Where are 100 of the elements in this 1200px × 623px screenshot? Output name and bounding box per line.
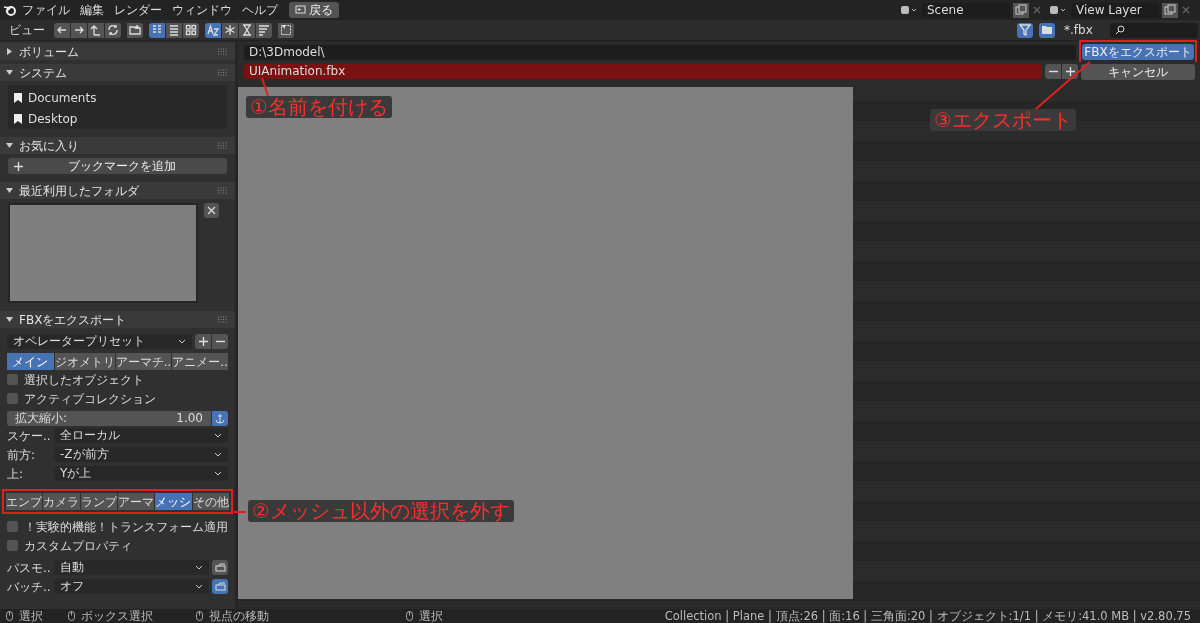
filter-button[interactable] (1017, 22, 1033, 38)
filter-icon (1019, 24, 1031, 36)
box-icon (214, 581, 226, 592)
mouse-icon (406, 611, 413, 621)
collapse-triangle-icon[interactable] (6, 142, 13, 149)
shortcut-hint: 選択 (19, 609, 43, 623)
view-menu[interactable]: ビュー (6, 20, 48, 40)
filename-field[interactable]: UIAnimation.fbx (244, 64, 1042, 79)
batch-toggle[interactable] (212, 579, 228, 594)
panel-header[interactable]: FBXをエクスポート (0, 311, 235, 328)
menu-item[interactable]: ヘルプ (237, 0, 283, 20)
parent-directory-button[interactable] (88, 22, 104, 38)
dropdown[interactable]: 自動 (54, 560, 209, 575)
checkbox[interactable] (7, 374, 18, 385)
plus-icon (198, 336, 208, 346)
add-preset-button[interactable] (195, 333, 211, 349)
drag-handle-icon[interactable] (217, 142, 229, 149)
annotation-text: ①名前を付ける (246, 96, 392, 118)
drag-handle-icon[interactable] (217, 48, 229, 55)
bookmark-item[interactable]: Desktop (14, 110, 221, 128)
decrement-button[interactable] (1045, 64, 1061, 79)
field-label: スケー.. (7, 427, 51, 445)
copy-icon (1015, 4, 1027, 16)
dropdown[interactable]: -Zが前方 (54, 447, 228, 462)
caret-icon (178, 337, 186, 346)
collapse-triangle-icon[interactable] (6, 316, 13, 323)
panel-title: システム (19, 64, 68, 82)
object-type-toggle[interactable]: その他 (192, 493, 229, 510)
checkbox[interactable] (7, 521, 18, 532)
caret-icon (195, 583, 203, 591)
forward-arrow-button[interactable] (71, 22, 87, 38)
horizontal-list-button[interactable] (166, 22, 182, 38)
menu-item[interactable]: 編集 (75, 0, 109, 20)
object-type-toggle[interactable]: ランプ (80, 493, 117, 510)
bookmark-item[interactable]: Documents (14, 89, 221, 107)
panel-header[interactable]: ボリューム (0, 43, 235, 60)
close-icon[interactable] (1181, 5, 1191, 15)
bookmark-icon (14, 93, 22, 103)
preset-dropdown[interactable]: オペレータープリセット (7, 333, 192, 349)
dropdown[interactable]: オフ (54, 579, 209, 594)
path-toggle[interactable] (212, 560, 228, 575)
back-arrow-button[interactable] (54, 22, 70, 38)
anchor-toggle[interactable] (212, 411, 228, 426)
search-field[interactable] (1110, 22, 1198, 38)
sort-alphabetical-button[interactable] (205, 22, 221, 38)
drag-handle-icon[interactable] (217, 187, 229, 194)
sort-asterisk-button[interactable] (222, 22, 238, 38)
expand-triangle-icon[interactable] (6, 48, 13, 55)
close-icon[interactable] (1032, 5, 1042, 15)
copy-button[interactable] (1013, 2, 1029, 18)
name-field[interactable]: Scene (922, 2, 1010, 18)
object-type-toggle[interactable]: エンプ (6, 493, 43, 510)
collapse-triangle-icon[interactable] (6, 187, 13, 194)
back-button[interactable]: 戻る (289, 2, 339, 18)
menu-item[interactable]: ファイル (17, 0, 75, 20)
refresh-button[interactable] (105, 22, 121, 38)
tab[interactable]: ジオメトリ (54, 353, 115, 370)
tab[interactable]: アニメー.. (172, 353, 228, 370)
object-type-toggle[interactable]: アーマ (118, 493, 155, 510)
name-field[interactable]: View Layer (1071, 2, 1159, 18)
folder-button[interactable] (1039, 22, 1055, 38)
object-type-toggle[interactable]: メッシ (155, 493, 192, 510)
thumbnail-grid-button[interactable] (183, 22, 199, 38)
sort-size-button[interactable] (256, 22, 272, 38)
remove-preset-button[interactable] (212, 333, 228, 349)
checkbox-label: 選択したオブジェクト (24, 371, 144, 389)
drag-handle-icon[interactable] (217, 69, 229, 76)
checkbox[interactable] (7, 540, 18, 551)
menu-item[interactable]: ウィンドウ (167, 0, 237, 20)
field-label: 前方: (7, 446, 37, 464)
panel-header[interactable]: 最近利用したフォルダ (0, 182, 235, 199)
sort-asterisk-icon (224, 24, 236, 36)
hourglass-button[interactable] (239, 22, 255, 38)
add-bookmark-button[interactable]: ブックマークを追加 (8, 158, 227, 174)
increment-button[interactable] (1062, 64, 1078, 79)
caret-icon (214, 470, 222, 478)
export-button[interactable]: FBXをエクスポート (1082, 44, 1194, 60)
object-type-toggle[interactable]: カメラ (43, 493, 80, 510)
tab[interactable]: メイン (7, 353, 54, 370)
collapse-triangle-icon[interactable] (6, 69, 13, 76)
vertical-list-button[interactable] (149, 22, 165, 38)
checkbox[interactable] (7, 393, 18, 404)
menu-item[interactable]: レンダー (109, 0, 167, 20)
panel-title: 最近利用したフォルダ (19, 182, 140, 200)
panel-title: ボリューム (19, 43, 80, 61)
dropdown[interactable]: 全ローカル (54, 428, 228, 443)
remove-button[interactable] (204, 203, 219, 218)
path-field[interactable]: D:\3Dmodel\ (244, 44, 1076, 60)
hidden-files-button[interactable] (278, 22, 294, 38)
caret-icon (214, 451, 222, 459)
drag-handle-icon[interactable] (217, 316, 229, 323)
checkbox-label: カスタムプロパティ (24, 537, 132, 555)
panel-header[interactable]: システム (0, 64, 235, 81)
mouse-icon (68, 611, 75, 621)
tab[interactable]: アーマチ.. (115, 353, 172, 370)
dropdown[interactable]: Yが上 (54, 466, 228, 481)
new-folder-button[interactable] (127, 22, 143, 38)
panel-header[interactable]: お気に入り (0, 137, 235, 154)
cancel-button[interactable]: キャンセル (1081, 63, 1195, 80)
copy-button[interactable] (1162, 2, 1178, 18)
